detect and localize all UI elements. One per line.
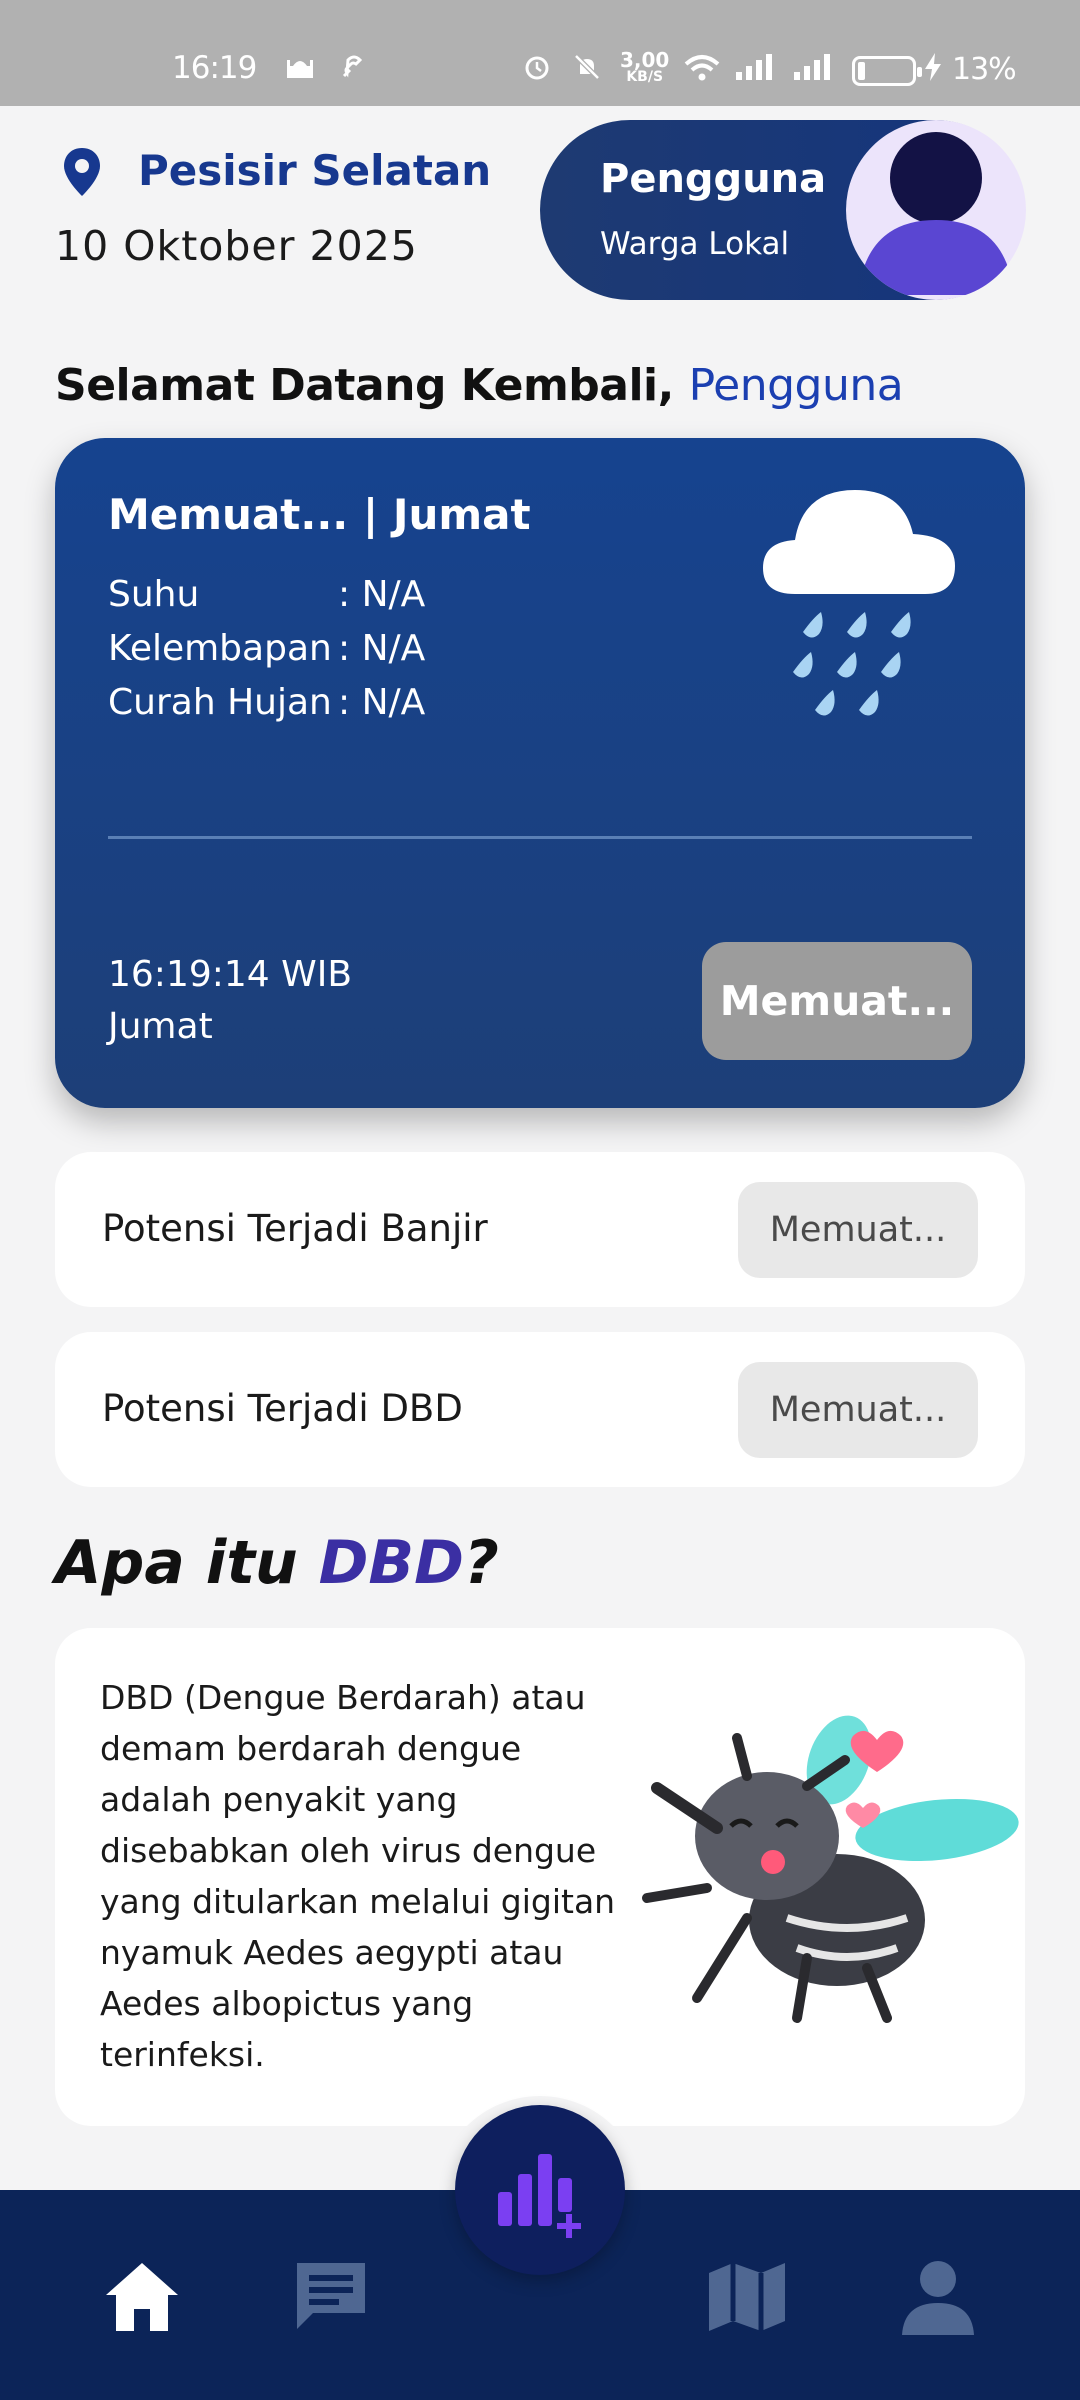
dbd-title-suffix: ? [463,1528,499,1598]
status-bar: 16:19 3,00 KB/S 13% [0,0,1080,106]
weather-label: Kelembapan [108,628,332,669]
battery-icon [852,56,922,86]
network-speed: 3,00 KB/S [620,48,670,86]
weather-loading-button[interactable]: Memuat... [702,942,972,1060]
welcome-prefix: Selamat Datang Kembali, [55,360,689,411]
welcome-name: Pengguna [688,360,904,411]
map-icon [709,2263,785,2331]
dbd-title-highlight: DBD [318,1528,464,1598]
user-name: Pengguna [600,156,827,202]
weather-row-rainfall: Curah Hujan: N/A [108,682,425,723]
dbd-potential-status: Memuat... [738,1362,978,1458]
nav-home[interactable] [97,2252,187,2342]
avatar[interactable] [846,120,1026,300]
dbd-section-title: Apa itu DBD? [55,1528,499,1598]
rain-cloud-icon [763,490,955,716]
battery-percent: 13% [952,52,1017,87]
alarm-icon [525,56,549,80]
weather-time: 16:19:14 WIB [108,954,353,995]
user-profile-card[interactable]: Pengguna Warga Lokal [540,120,1026,300]
weather-value: : N/A [338,574,426,615]
user-avatar-icon [858,132,1014,295]
signal-icon-2 [794,54,830,80]
weather-row-humidity: Kelembapan: N/A [108,628,425,669]
nav-map[interactable] [702,2252,792,2342]
mosquito-illustration [642,1715,1019,2023]
weather-label: Suhu [108,574,200,615]
status-time: 16:19 [172,50,257,86]
net-speed-value: 3,00 [620,48,670,72]
home-icon [106,2263,178,2331]
flood-potential-label: Potensi Terjadi Banjir [102,1207,488,1250]
weather-day: Jumat [108,1006,213,1047]
welcome-message: Selamat Datang Kembali, Pengguna [55,360,904,411]
profile-icon [902,2261,974,2335]
flood-potential-status: Memuat... [738,1182,978,1278]
dbd-potential-label: Potensi Terjadi DBD [102,1387,463,1430]
dbd-potential-card: Potensi Terjadi DBD Memuat... [55,1332,1025,1487]
weather-value: : N/A [338,628,426,669]
weather-divider [108,836,972,839]
weather-card: Memuat... | Jumat Suhu : N/A Kelembapan: … [55,438,1025,1108]
chart-add-icon [498,2154,581,2238]
current-date: 10 Oktober 2025 [55,222,418,270]
mute-icon [574,54,600,80]
nav-chat[interactable] [286,2252,376,2342]
weather-row-temperature: Suhu : N/A [108,574,425,615]
signal-icon [736,54,772,80]
user-role: Warga Lokal [600,226,790,262]
chat-icon [297,2263,365,2329]
net-speed-unit: KB/S [626,69,664,85]
dbd-title-prefix: Apa itu [55,1528,319,1598]
dbd-info-card: DBD (Dengue Berdarah) atau demam berdara… [55,1628,1025,2126]
weather-value: : N/A [338,682,426,723]
nav-profile[interactable] [893,2252,983,2342]
location-label[interactable]: Pesisir Selatan [138,146,491,195]
weather-heading: Memuat... | Jumat [108,490,531,539]
location-pin-icon [64,148,100,196]
add-data-fab[interactable] [455,2105,625,2275]
mosque-icon [287,60,313,78]
flood-potential-card: Potensi Terjadi Banjir Memuat... [55,1152,1025,1307]
weather-label: Curah Hujan [108,682,332,723]
charging-icon [925,53,941,81]
call-icon [342,55,363,78]
wifi-icon [684,55,720,81]
dbd-description: DBD (Dengue Berdarah) atau demam berdara… [100,1678,616,2074]
